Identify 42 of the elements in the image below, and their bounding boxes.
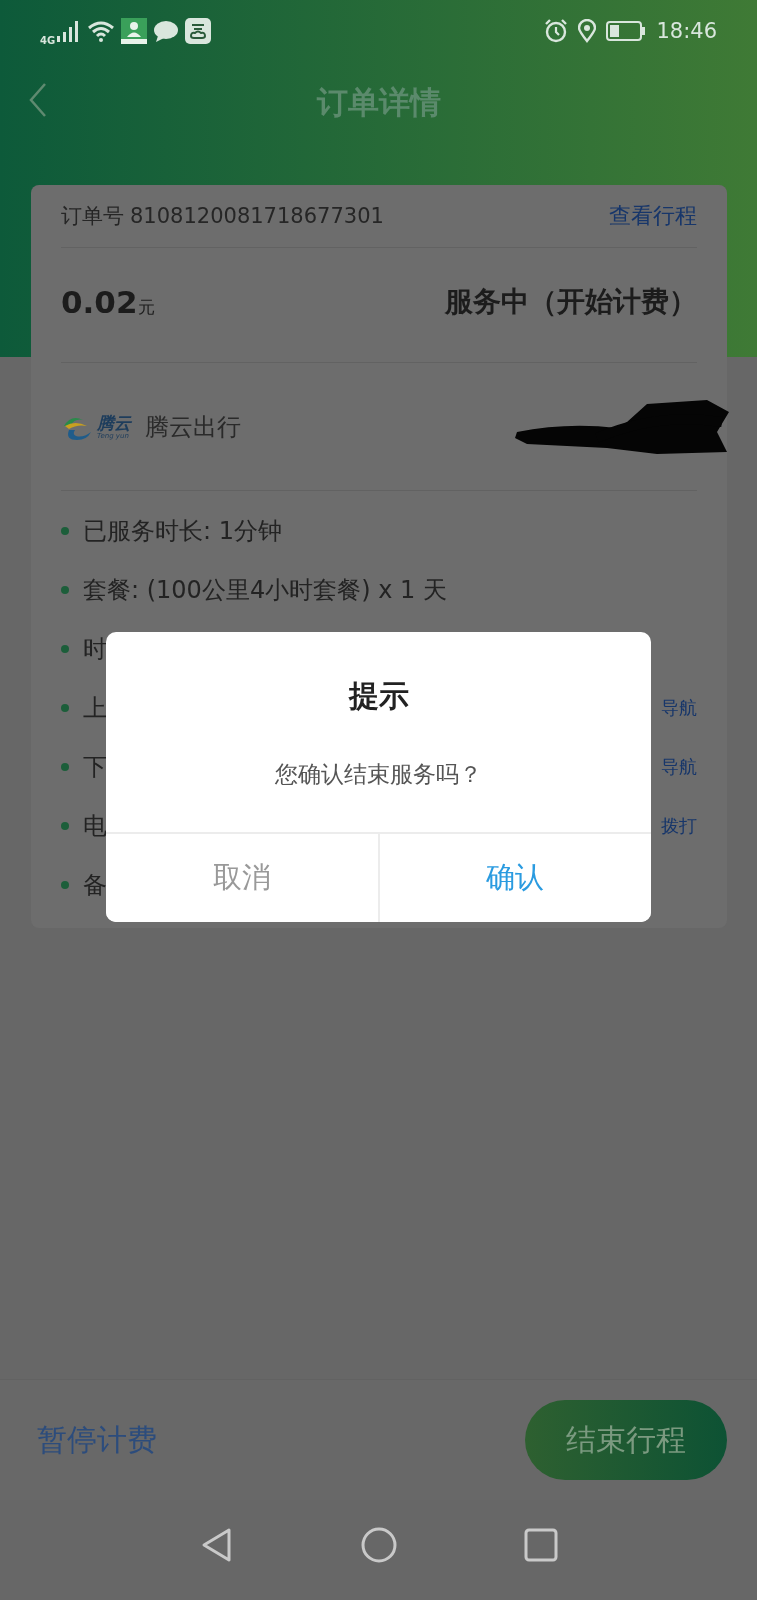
chat-icon xyxy=(153,19,180,43)
bullet-icon xyxy=(61,880,69,889)
bullet-icon xyxy=(61,703,69,712)
price-amount: 0.02 xyxy=(61,284,138,320)
dialog-title: 提示 xyxy=(347,677,410,715)
bullet-icon xyxy=(61,644,69,653)
back-icon[interactable] xyxy=(28,82,48,118)
network-type: 4G xyxy=(40,34,56,46)
order-status: 服务中（开始计费） xyxy=(445,284,697,320)
home-nav-icon[interactable] xyxy=(360,1527,397,1563)
order-number-label: 订单号 xyxy=(61,204,124,228)
detail-text: 电 xyxy=(83,810,107,842)
currency-unit: 元 xyxy=(137,297,155,317)
detail-text: 套餐: (100公里4小时套餐) x 1 天 xyxy=(83,574,447,606)
detail-text: 已服务时长: 1分钟 xyxy=(83,515,282,547)
clock-time: 18:46 xyxy=(656,19,717,43)
pause-billing-button[interactable]: 暂停计费 xyxy=(37,1419,157,1461)
detail-action-link[interactable]: 导航 xyxy=(661,695,697,720)
end-trip-button[interactable]: 结束行程 xyxy=(525,1400,727,1480)
cloud-app-icon xyxy=(185,18,212,44)
logo-name: 腾云 xyxy=(97,413,131,432)
location-icon xyxy=(578,19,597,43)
detail-text: 下 xyxy=(83,751,107,783)
dialog-message: 您确认结束服务吗？ xyxy=(274,760,483,789)
company-name: 腾云出行 xyxy=(145,411,241,443)
bullet-icon xyxy=(61,526,69,535)
bullet-icon xyxy=(61,762,69,771)
battery-icon xyxy=(606,21,647,41)
bullet-icon xyxy=(61,821,69,830)
wifi-icon xyxy=(87,20,116,42)
view-trip-link[interactable]: 查看行程 xyxy=(609,201,697,231)
detail-text: 上 xyxy=(83,692,107,724)
cancel-button[interactable]: 取消 xyxy=(106,834,380,922)
detail-text: 备 xyxy=(83,869,107,901)
order-number: 8108120081718677301 xyxy=(130,204,384,228)
bullet-icon xyxy=(61,585,69,594)
detail-action-link[interactable]: 导航 xyxy=(661,754,697,779)
alarm-icon xyxy=(544,19,569,43)
detail-action-link[interactable]: 拨打 xyxy=(661,813,697,838)
recents-nav-icon[interactable] xyxy=(523,1528,558,1562)
app-icon xyxy=(121,18,148,44)
detail-text: 时 xyxy=(83,633,107,665)
